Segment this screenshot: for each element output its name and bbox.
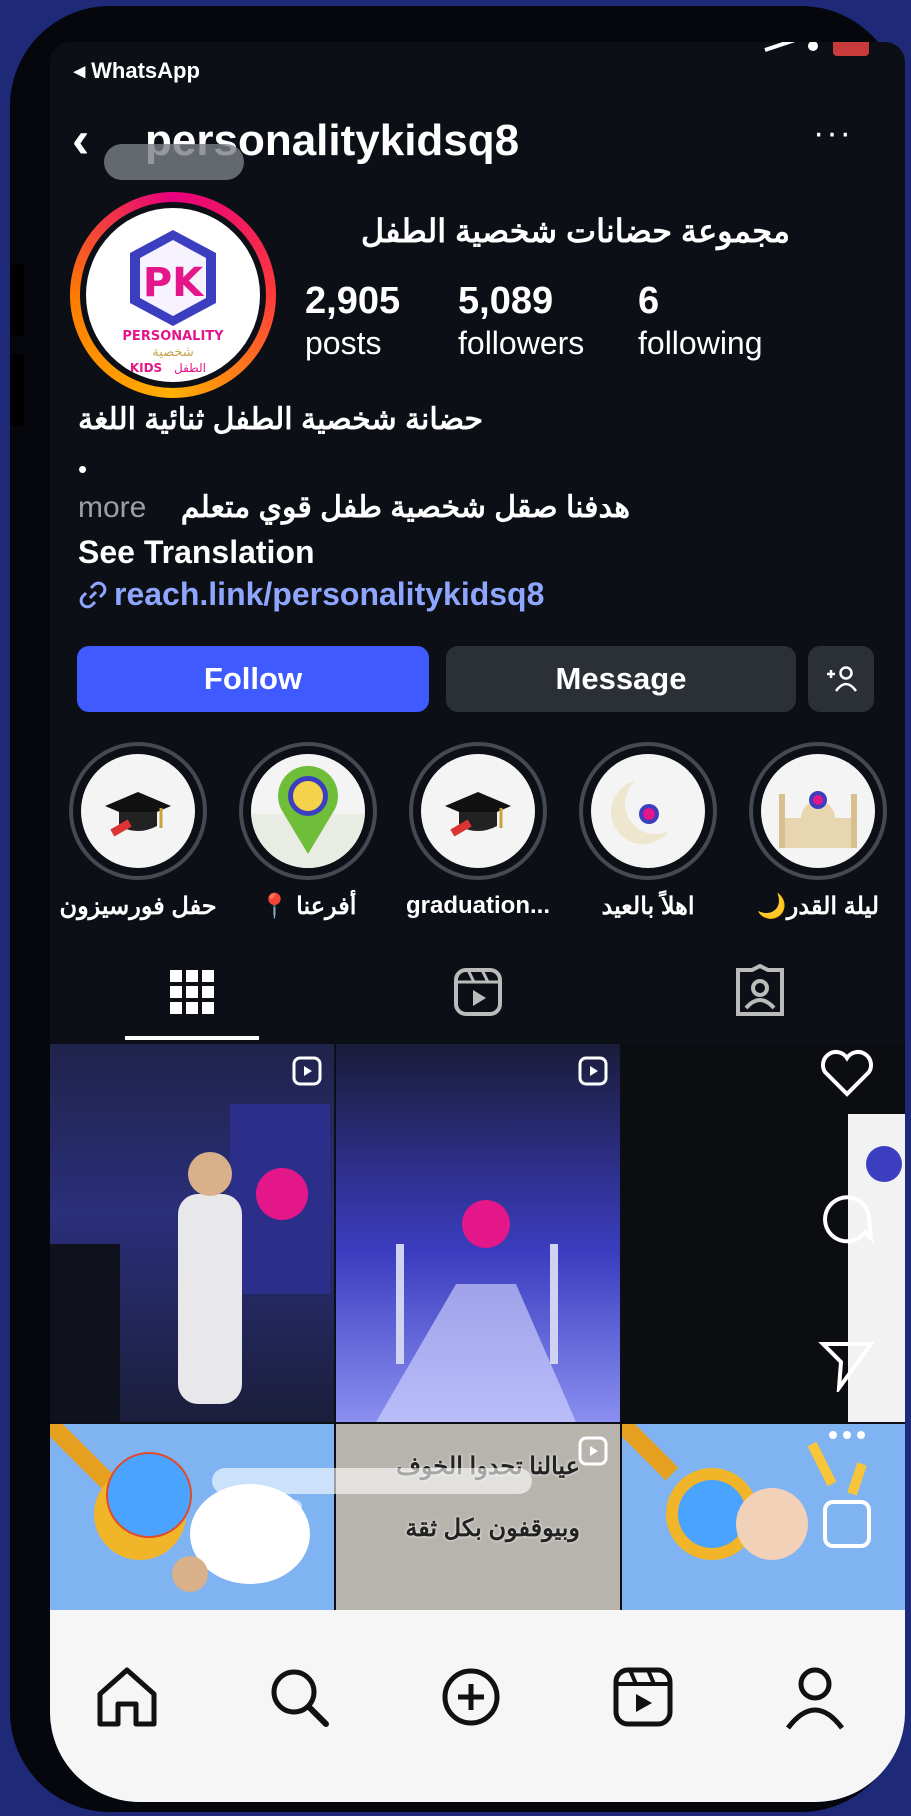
caption-overlay-bar (212, 1500, 302, 1514)
back-to-whatsapp[interactable]: ◂ WhatsApp (74, 58, 200, 84)
reel-badge-icon (578, 1056, 608, 1086)
bottom-navigation (50, 1610, 905, 1802)
reels-icon[interactable] (608, 1662, 678, 1732)
post-image (376, 1200, 576, 1422)
highlight-item[interactable]: graduation... (406, 742, 550, 920)
post-caption: وبيوقفون بكل ثقة (405, 1515, 580, 1542)
highlight-item[interactable]: اهلاً بالعيد (578, 742, 718, 921)
svg-text:KIDS: KIDS (130, 361, 162, 375)
message-button[interactable]: Message (446, 646, 796, 712)
crescent-icon (611, 774, 685, 844)
bio-line-2: more هدفنا صقل شخصية طفل قوي متعلم (78, 490, 630, 525)
post-thumbnail[interactable] (336, 1044, 620, 1422)
profile-tabs (50, 962, 905, 1040)
search-icon[interactable] (264, 1662, 334, 1732)
highlight-item[interactable]: حفل فورسيزون (59, 742, 217, 921)
graduation-cap-icon (105, 792, 171, 837)
phone-side-button (10, 354, 24, 426)
bio-bullet: • (78, 454, 88, 484)
grid-icon[interactable] (162, 962, 222, 1022)
tagged-icon[interactable] (730, 962, 790, 1022)
reel-badge-icon (578, 1436, 608, 1466)
comment-icon[interactable] (817, 1188, 877, 1248)
active-tab-indicator (125, 1036, 259, 1040)
more-dots-icon[interactable] (817, 1420, 877, 1450)
floating-touch-indicator (106, 1452, 192, 1538)
create-icon[interactable] (436, 1662, 506, 1732)
link-icon (79, 581, 107, 609)
reel-badge-icon (292, 1056, 322, 1086)
call-indicator-pill (104, 144, 244, 180)
phone-frame: ◂ WhatsApp ‹ personalitykidsq8 ··· PK PE… (10, 6, 905, 1812)
home-icon[interactable] (92, 1662, 162, 1732)
more-link[interactable]: more (78, 491, 146, 524)
follow-button[interactable]: Follow (77, 646, 429, 712)
svg-text:الطفل: الطفل (174, 361, 206, 375)
bio-text: هدفنا صقل شخصية طفل قوي متعلم (180, 491, 631, 524)
instagram-profile-screen: ◂ WhatsApp ‹ personalitykidsq8 ··· PK PE… (50, 42, 905, 1802)
see-translation-link[interactable]: See Translation (78, 534, 315, 571)
caption-overlay-bar (212, 1468, 532, 1494)
stat-following[interactable]: 6 following (638, 280, 763, 362)
bio-line-1: حضانة شخصية الطفل ثنائية اللغة (78, 403, 484, 436)
audio-icon[interactable] (817, 1494, 877, 1554)
stat-followers[interactable]: 5,089 followers (458, 280, 584, 362)
graduation-cap-icon (445, 792, 511, 837)
status-icons (764, 42, 869, 56)
mosque-icon (779, 791, 857, 848)
share-icon[interactable] (817, 1332, 877, 1392)
phone-side-button (10, 264, 24, 336)
svg-text:PERSONALITY: PERSONALITY (122, 329, 224, 344)
logo-pk: PK (143, 260, 205, 306)
like-icon[interactable] (817, 1044, 877, 1104)
svg-text:شخصية: شخصية (152, 345, 193, 360)
brand-logo: PK PERSONALITY شخصية KIDS الطفل (122, 230, 224, 375)
add-user-icon (827, 666, 858, 692)
bio-link[interactable]: reach.link/personalitykidsq8 (78, 576, 544, 613)
reels-icon[interactable] (448, 962, 508, 1022)
profile-avatar[interactable]: PK PERSONALITY شخصية KIDS الطفل (70, 192, 276, 398)
profile-icon[interactable] (780, 1662, 850, 1732)
stat-posts[interactable]: 2,905 posts (305, 280, 400, 362)
more-options-icon[interactable]: ··· (813, 114, 853, 153)
post-thumbnail[interactable] (50, 1044, 334, 1422)
back-arrow-icon[interactable]: ‹ (72, 114, 89, 166)
post-image (50, 1104, 330, 1422)
highlight-item[interactable]: أفرعنا 📍 (238, 742, 378, 921)
suggest-user-button[interactable] (808, 646, 874, 712)
full-name: مجموعة حضانات شخصية الطفل (360, 213, 790, 249)
location-pin-icon (251, 765, 365, 868)
highlight-item[interactable]: ليلة القدر🌙 (748, 742, 888, 921)
